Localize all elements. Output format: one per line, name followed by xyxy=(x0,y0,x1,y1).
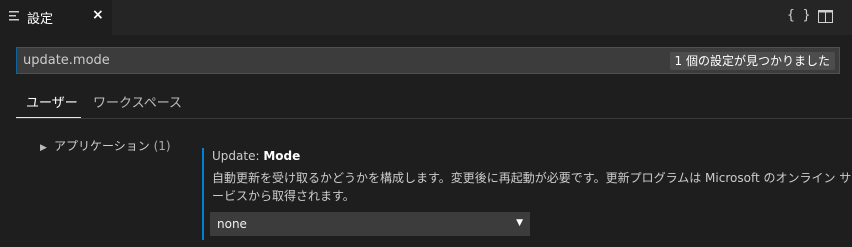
editor-tab-bar: 設定 × { } xyxy=(0,0,852,35)
setting-focus-bar xyxy=(202,148,204,240)
search-input[interactable] xyxy=(23,48,623,73)
tab-title: 設定 xyxy=(27,12,54,27)
open-json-icon[interactable]: { } xyxy=(787,8,810,23)
update-mode-select[interactable]: none ▼ xyxy=(210,212,530,236)
split-editor-icon[interactable] xyxy=(818,10,833,23)
setting-name: Mode xyxy=(263,149,301,163)
settings-tab[interactable]: 設定 × xyxy=(0,0,112,35)
header-divider xyxy=(16,118,852,119)
setting-update-mode: Update: Mode 自動更新を受け取るかどうかを構成します。変更後に再起動… xyxy=(202,148,852,240)
chevron-right-icon: ▶ xyxy=(40,143,47,153)
setting-title: Update: Mode xyxy=(212,149,300,163)
select-value: none xyxy=(217,217,247,231)
chevron-down-icon: ▼ xyxy=(516,218,523,228)
settings-list-icon xyxy=(9,11,19,21)
tab-workspace[interactable]: ワークスペース xyxy=(93,92,182,111)
toc-item-label: アプリケーション xyxy=(54,139,150,153)
setting-category: Update: xyxy=(212,149,264,163)
toc-item-application[interactable]: ▶ アプリケーション (1) xyxy=(40,137,171,154)
close-icon[interactable]: × xyxy=(92,7,104,23)
settings-search-box[interactable]: 1 個の設定が見つかりました xyxy=(16,47,840,74)
setting-description: 自動更新を受け取るかどうかを構成します。変更後に再起動が必要です。更新プログラム… xyxy=(212,171,852,203)
toc-item-count: (1) xyxy=(153,139,171,153)
search-result-count-badge: 1 個の設定が見つかりました xyxy=(669,52,835,70)
tab-user[interactable]: ユーザー xyxy=(26,92,78,111)
